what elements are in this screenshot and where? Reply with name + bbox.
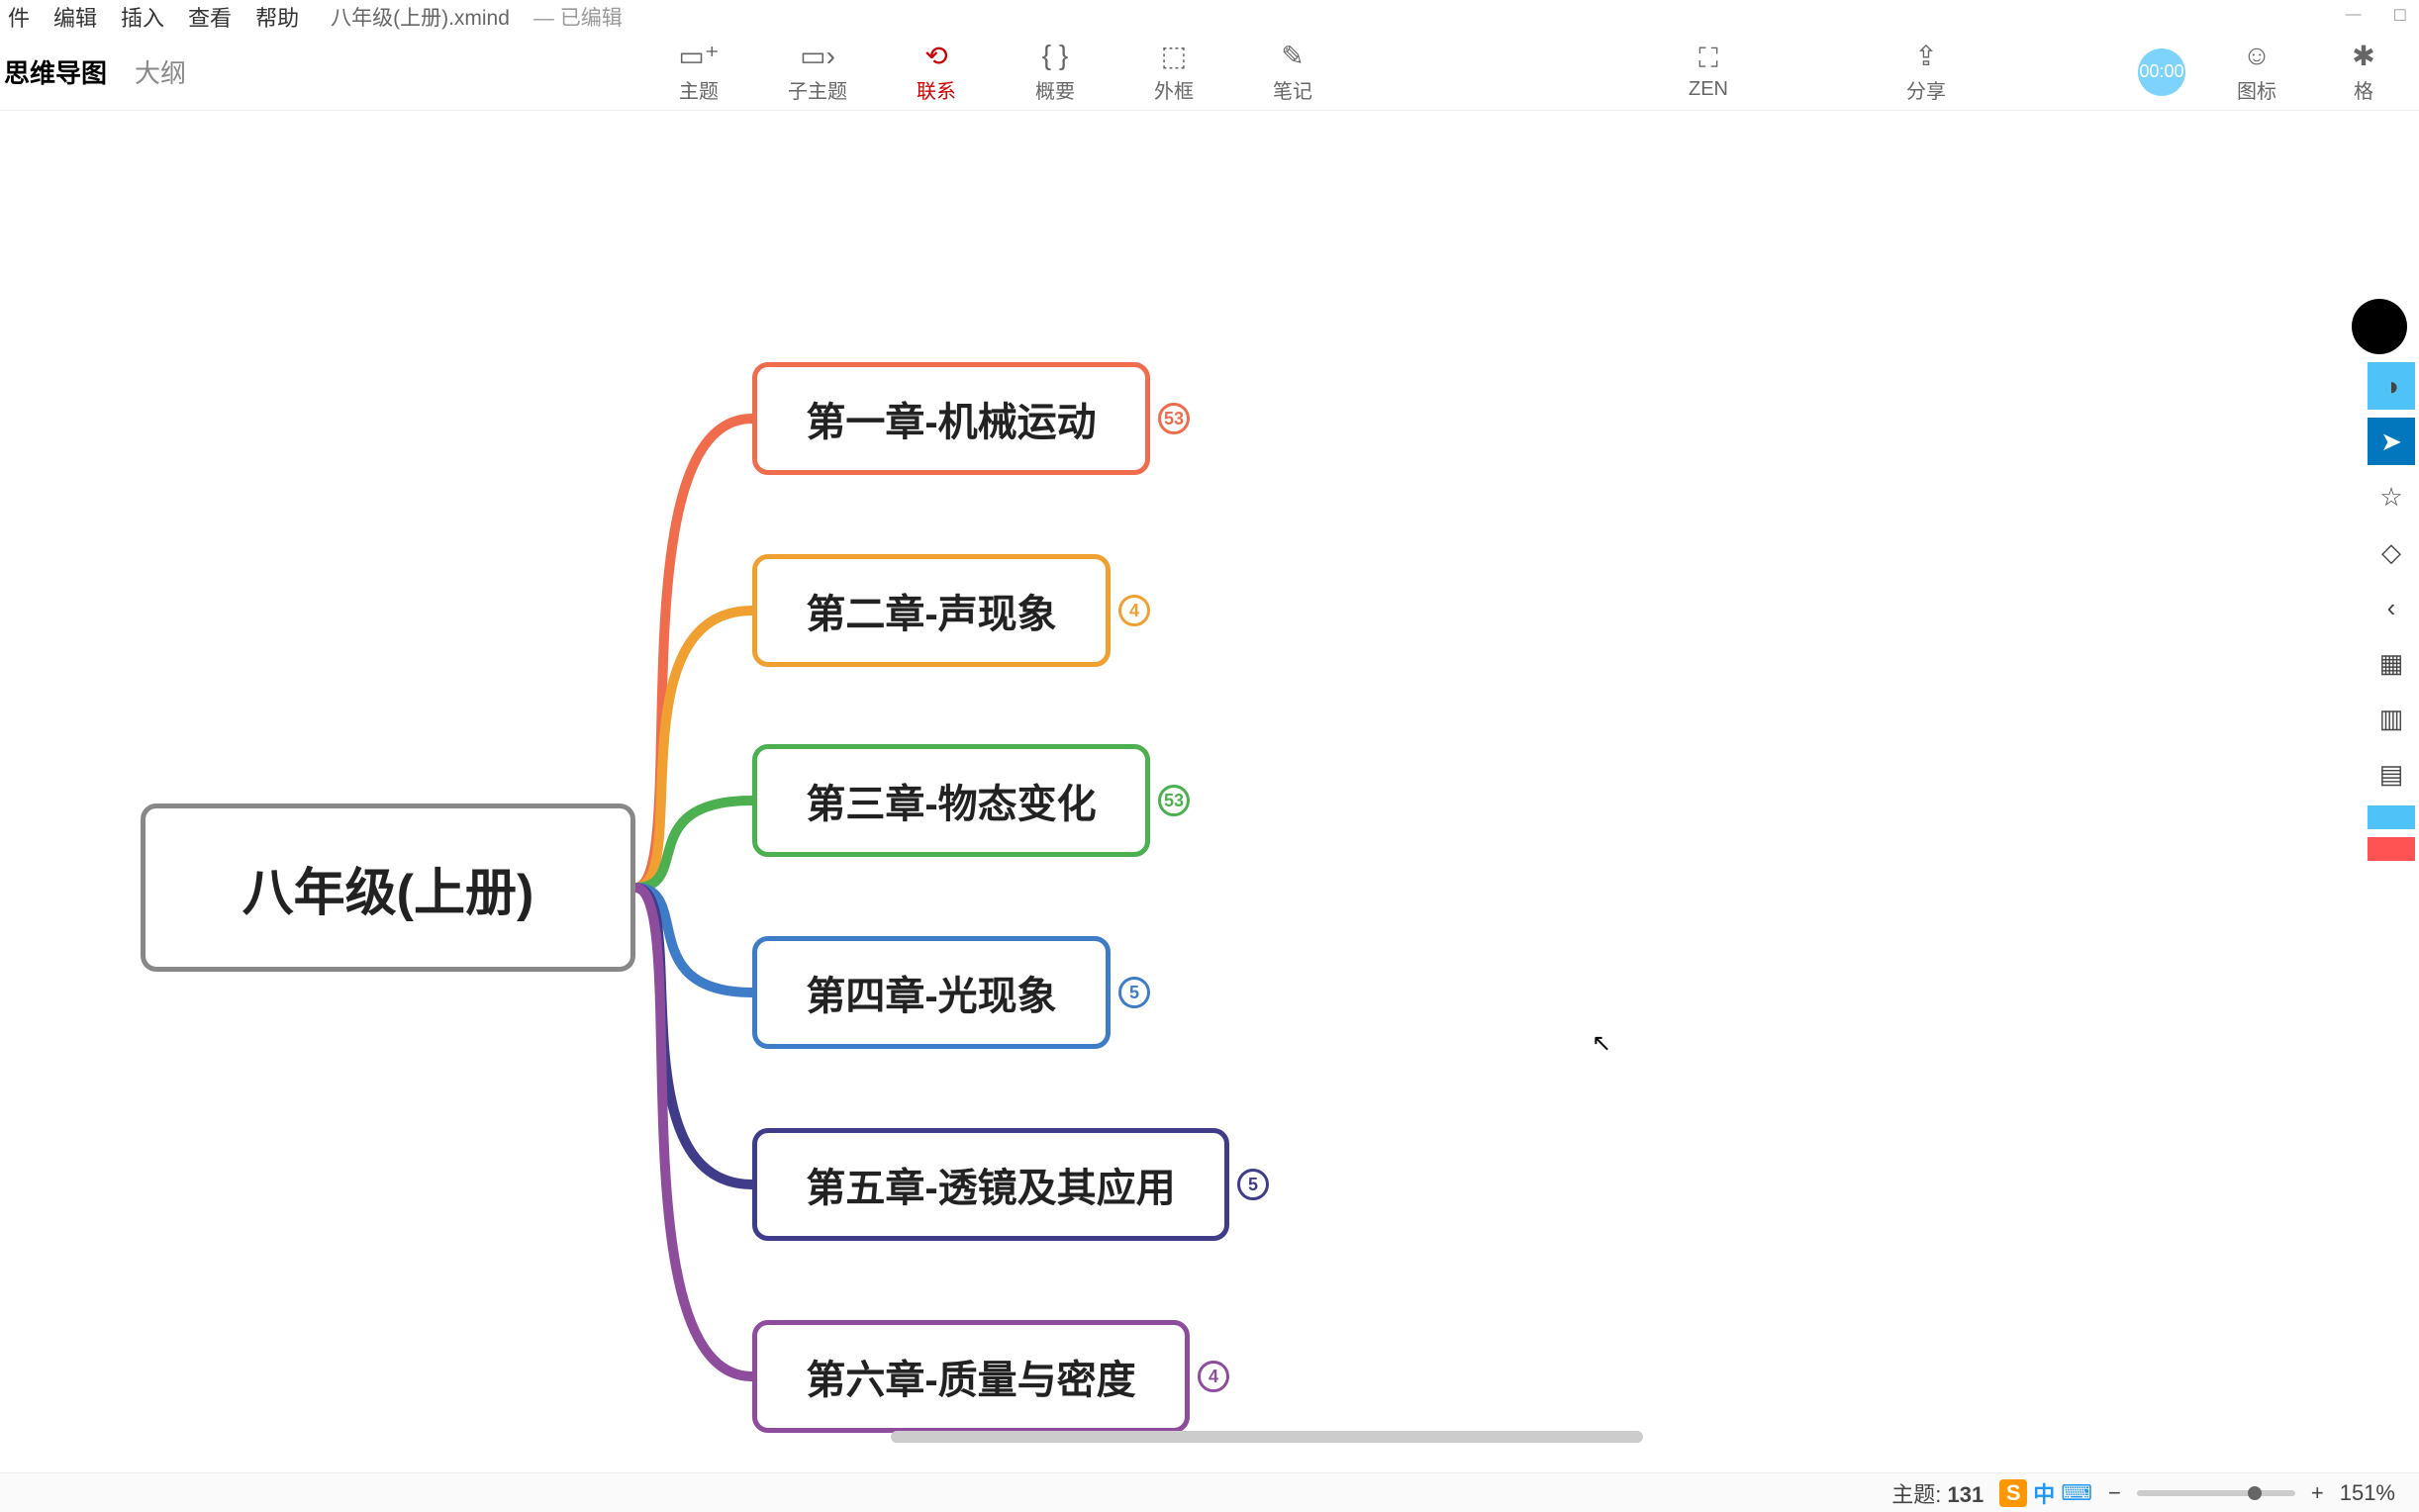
zoom-level[interactable]: 151% — [2340, 1480, 2395, 1506]
toolbar: 思维导图 大纲 ▭⁺主题 ▭›子主题 ⟲联系 { }概要 ⬚外框 ✎笔记 ⛶ZE… — [0, 34, 2419, 111]
ime-indicator[interactable]: S 中 ⌨ — [1999, 1477, 2092, 1509]
mindmap-root-node[interactable]: 八年级(上册) — [141, 803, 635, 972]
side-tool-8[interactable]: ▤ — [2368, 750, 2415, 798]
zoom-thumb[interactable] — [2248, 1486, 2262, 1500]
node-count-badge[interactable]: 5 — [1237, 1169, 1269, 1200]
node-count-badge[interactable]: 53 — [1158, 785, 1190, 816]
node-count-badge[interactable]: 4 — [1198, 1361, 1229, 1392]
ime-cn-icon: 中 — [2033, 1477, 2055, 1509]
mindmap-node-chapter4[interactable]: 第四章-光现象 — [752, 936, 1111, 1049]
ime-keyboard-icon: ⌨ — [2061, 1480, 2092, 1506]
share-icon: ⇪ — [1914, 40, 1937, 71]
maximize-icon[interactable]: ☐ — [2393, 6, 2407, 26]
cursor-icon: ↖ — [1592, 1029, 1611, 1058]
menu-help[interactable]: 帮助 — [255, 1, 299, 33]
tool-share[interactable]: ⇪分享 — [1890, 40, 1962, 104]
minimize-icon[interactable]: — — [2346, 6, 2362, 26]
topic-count-label: 主题: 131 — [1891, 1477, 1984, 1509]
topic-icon: ▭⁺ — [678, 40, 719, 71]
format-icon: ✱ — [2352, 40, 2374, 71]
side-tool-3[interactable]: ☆ — [2368, 473, 2415, 520]
tool-boundary[interactable]: ⬚外框 — [1138, 40, 1210, 104]
document-status: — 已编辑 — [533, 2, 623, 32]
zen-icon: ⛶ — [1698, 43, 1718, 74]
side-tool-2[interactable]: ➤ — [2368, 418, 2415, 465]
window-controls: — ☐ — [2346, 6, 2407, 26]
mindmap-connections — [0, 111, 2419, 1486]
note-icon: ✎ — [1281, 40, 1304, 71]
ime-s-icon: S — [1999, 1479, 2027, 1507]
relation-icon: ⟲ — [924, 40, 947, 71]
zoom-out-icon[interactable]: − — [2108, 1480, 2121, 1506]
tab-mindmap[interactable]: 思维导图 — [4, 53, 107, 90]
tool-note[interactable]: ✎笔记 — [1257, 40, 1328, 104]
mindmap-node-chapter2[interactable]: 第二章-声现象 — [752, 554, 1111, 667]
mindmap-node-chapter6[interactable]: 第六章-质量与密度 — [752, 1320, 1190, 1433]
menubar: 件 编辑 插入 查看 帮助 八年级(上册).xmind — 已编辑 — [0, 0, 2419, 34]
side-tool-1[interactable]: ◑ — [2368, 362, 2415, 410]
zoom-slider[interactable] — [2137, 1490, 2295, 1496]
tool-summary[interactable]: { }概要 — [1019, 40, 1091, 104]
side-tool-4[interactable]: ◇ — [2368, 528, 2415, 576]
side-tool-panel: ◑ ➤ ☆ ◇ ‹ ▦ ▥ ▤ — [2364, 362, 2419, 861]
horizontal-scrollbar[interactable] — [891, 1431, 1643, 1443]
mindmap-node-chapter1[interactable]: 第一章-机械运动 — [752, 362, 1150, 475]
zoom-in-icon[interactable]: + — [2311, 1480, 2324, 1506]
tool-subtopic[interactable]: ▭›子主题 — [782, 40, 853, 104]
tool-zen[interactable]: ⛶ZEN — [1673, 43, 1744, 101]
tool-emoji[interactable]: ☺图标 — [2221, 40, 2292, 104]
side-tool-7[interactable]: ▥ — [2368, 695, 2415, 742]
menu-edit[interactable]: 编辑 — [53, 1, 97, 33]
menu-insert[interactable]: 插入 — [121, 1, 164, 33]
side-color-swatch-blue[interactable] — [2368, 805, 2415, 829]
mindmap-canvas[interactable]: 八年级(上册) 第一章-机械运动 第二章-声现象 第三章-物态变化 第四章-光现… — [0, 111, 2419, 1486]
mindmap-node-chapter5[interactable]: 第五章-透镜及其应用 — [752, 1128, 1229, 1241]
tool-relation[interactable]: ⟲联系 — [901, 40, 972, 104]
side-tool-5[interactable]: ‹ — [2368, 584, 2415, 631]
subtopic-icon: ▭› — [800, 40, 835, 71]
boundary-icon: ⬚ — [1161, 40, 1187, 71]
menu-view[interactable]: 查看 — [188, 1, 232, 33]
side-color-swatch-red[interactable] — [2368, 837, 2415, 861]
statusbar: 主题: 131 S 中 ⌨ − + 151% — [0, 1472, 2419, 1512]
record-timer-badge[interactable]: 00:00 — [2138, 48, 2185, 96]
mindmap-node-chapter3[interactable]: 第三章-物态变化 — [752, 744, 1150, 857]
tool-topic[interactable]: ▭⁺主题 — [663, 40, 734, 104]
side-panel-toggle[interactable] — [2352, 299, 2407, 354]
emoji-icon: ☺ — [2243, 40, 2272, 71]
tool-format[interactable]: ✱格 — [2328, 40, 2399, 104]
summary-icon: { } — [1042, 40, 1068, 71]
document-filename: 八年级(上册).xmind — [331, 2, 510, 32]
node-count-badge[interactable]: 4 — [1118, 595, 1150, 626]
side-tool-6[interactable]: ▦ — [2368, 639, 2415, 687]
node-count-badge[interactable]: 53 — [1158, 403, 1190, 434]
node-count-badge[interactable]: 5 — [1118, 977, 1150, 1008]
tab-outline[interactable]: 大纲 — [135, 53, 186, 90]
menu-file[interactable]: 件 — [8, 1, 30, 33]
